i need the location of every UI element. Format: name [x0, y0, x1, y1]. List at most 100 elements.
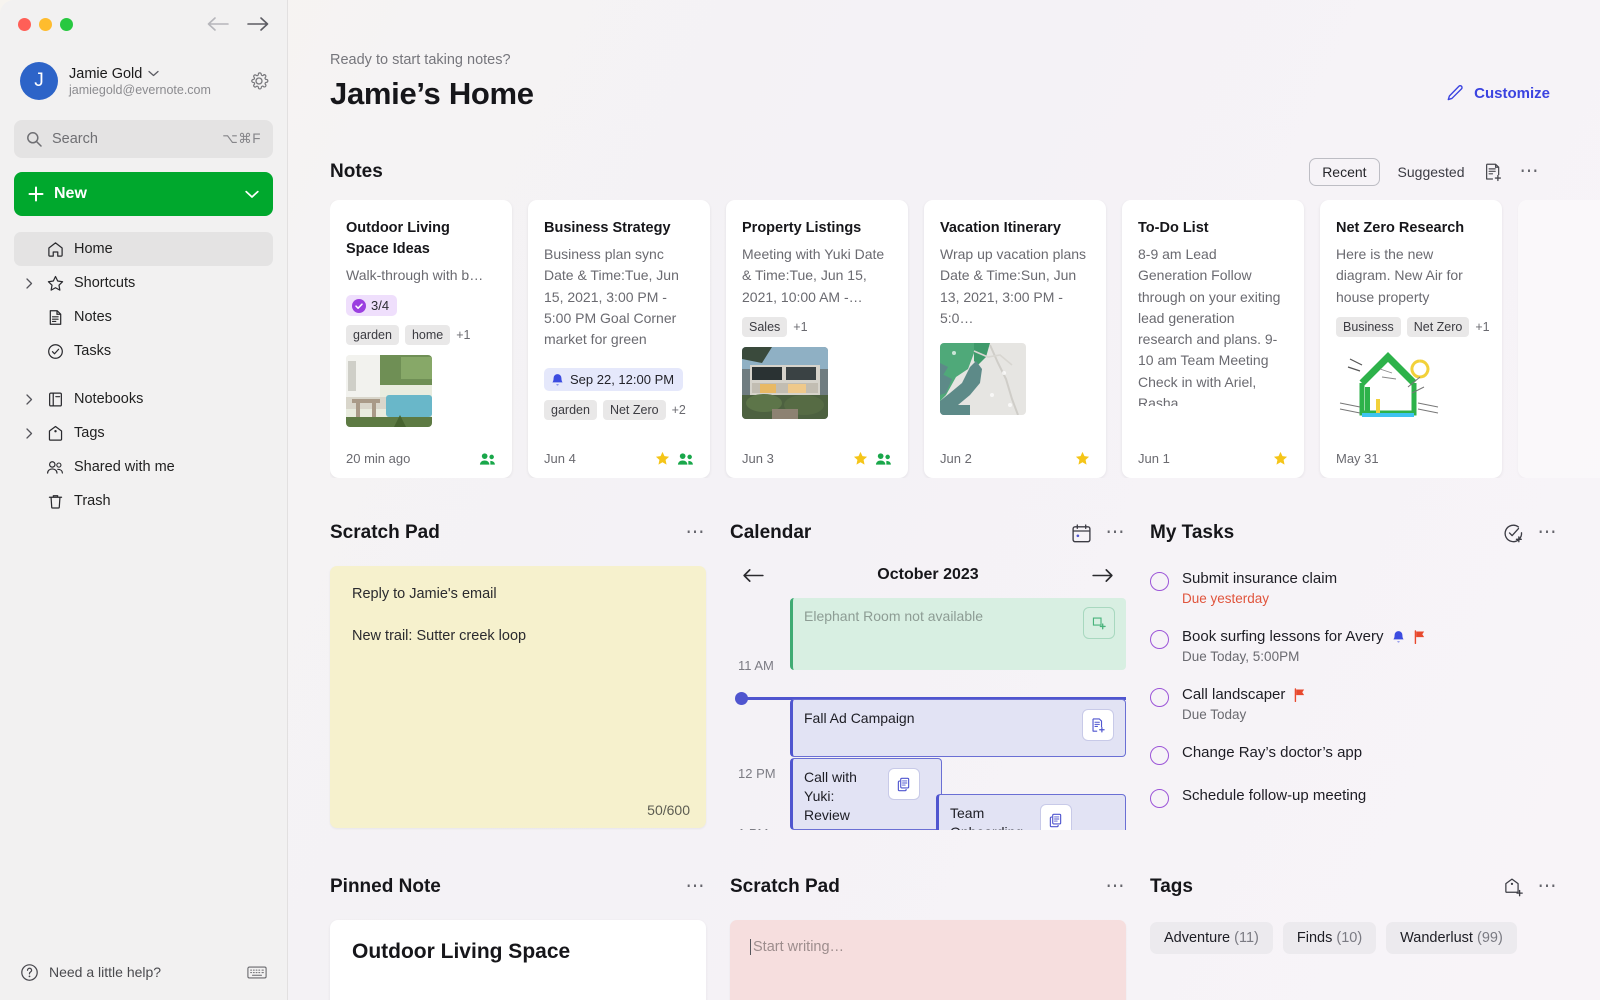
- shared-icon: [875, 452, 892, 466]
- notes-more-icon[interactable]: ⋯: [1520, 167, 1541, 177]
- task-checkbox[interactable]: [1150, 688, 1169, 707]
- question-circle-icon: [20, 963, 39, 982]
- star-filled-icon[interactable]: [655, 451, 670, 466]
- my-tasks-more-icon[interactable]: ⋯: [1538, 528, 1559, 538]
- note-tag-more[interactable]: +1: [793, 320, 807, 334]
- note-tag[interactable]: home: [405, 325, 450, 345]
- note-tag-more[interactable]: +2: [672, 403, 686, 417]
- calendar-time-label: 12 PM: [738, 766, 776, 781]
- note-card[interactable]: Property Listings Meeting with Yuki Date…: [726, 200, 908, 478]
- pinned-note-more-icon[interactable]: ⋯: [686, 882, 707, 892]
- chevron-right-icon[interactable]: [22, 394, 36, 405]
- filter-recent[interactable]: Recent: [1309, 158, 1379, 186]
- calendar-widget: Calendar ⋯ October 2023: [730, 518, 1126, 830]
- calendar-icon[interactable]: [1071, 523, 1092, 544]
- keyboard-icon[interactable]: [247, 965, 267, 980]
- note-tag[interactable]: garden: [544, 400, 597, 420]
- note-card[interactable]: To-Do List 8-9 am Lead Generation Follow…: [1122, 200, 1304, 478]
- calendar-event[interactable]: Call with Yuki: Review: [790, 758, 942, 830]
- tag-chip[interactable]: Finds (10): [1283, 922, 1376, 954]
- chevron-right-icon[interactable]: [22, 428, 36, 439]
- sidebar-item-tags[interactable]: Tags: [14, 416, 273, 450]
- note-tag[interactable]: Business: [1336, 317, 1401, 337]
- filter-suggested[interactable]: Suggested: [1396, 159, 1467, 185]
- help-row[interactable]: Need a little help?: [0, 944, 287, 1000]
- close-window-button[interactable]: [18, 18, 31, 31]
- task-item[interactable]: Book surfing lessons for Avery Due Today…: [1150, 628, 1558, 664]
- account-name: Jamie Gold: [69, 66, 142, 82]
- copy-note-icon[interactable]: [1040, 804, 1072, 830]
- calendar-prev-arrow-icon[interactable]: [742, 568, 765, 583]
- reminder-badge[interactable]: Sep 22, 12:00 PM: [544, 368, 683, 391]
- sidebar-item-tasks[interactable]: Tasks: [14, 334, 273, 368]
- sidebar-item-shortcuts[interactable]: Shortcuts: [14, 266, 273, 300]
- note-tag[interactable]: garden: [346, 325, 399, 345]
- task-title: Submit insurance claim: [1182, 570, 1337, 587]
- account-row[interactable]: J Jamie Gold jamiegold@evernote.com: [0, 48, 287, 110]
- task-item[interactable]: Schedule follow-up meeting: [1150, 787, 1558, 808]
- sidebar-item-trash[interactable]: Trash: [14, 484, 273, 518]
- new-button-label: New: [54, 185, 87, 203]
- sidebar-item-notebooks[interactable]: Notebooks: [14, 382, 273, 416]
- chevron-right-icon[interactable]: [22, 278, 36, 289]
- chevron-down-icon[interactable]: [245, 190, 259, 199]
- scratch-pad-2-body[interactable]: Start writing…: [730, 920, 1126, 1000]
- new-button[interactable]: New: [14, 172, 273, 216]
- scratch-pad-2-widget: Scratch Pad ⋯ Start writing…: [730, 872, 1126, 1000]
- gear-icon[interactable]: [249, 71, 269, 91]
- note-tag-more[interactable]: +1: [1475, 320, 1489, 334]
- note-tag[interactable]: Net Zero: [1407, 317, 1470, 337]
- pinned-note-body[interactable]: Outdoor Living Space: [330, 920, 706, 1000]
- note-card-tags: garden Net Zero +2: [544, 400, 694, 420]
- add-tag-icon[interactable]: [1503, 877, 1524, 898]
- note-card[interactable]: Business Strategy Business plan sync Dat…: [528, 200, 710, 478]
- note-tag[interactable]: Net Zero: [603, 400, 666, 420]
- note-card[interactable]: Vacation Itinerary Wrap up vacation plan…: [924, 200, 1106, 478]
- sidebar-item-notes[interactable]: Notes: [14, 300, 273, 334]
- tags-more-icon[interactable]: ⋯: [1538, 882, 1559, 892]
- chevron-down-icon[interactable]: [148, 70, 159, 77]
- task-item[interactable]: Submit insurance claim Due yesterday: [1150, 570, 1558, 606]
- note-card[interactable]: Outdoor Living Space Ideas Walk-through …: [330, 200, 512, 478]
- tags-widget: Tags ⋯ Adventure (11) Finds: [1150, 872, 1558, 1000]
- customize-button[interactable]: Customize: [1446, 84, 1550, 103]
- calendar-more-icon[interactable]: ⋯: [1106, 528, 1127, 538]
- calendar-event-title: Team Onboarding call with: [950, 804, 1034, 830]
- note-card-partial[interactable]: [1518, 200, 1600, 478]
- note-tag-more[interactable]: +1: [456, 328, 470, 342]
- scratch-pad-more-icon[interactable]: ⋯: [686, 528, 707, 538]
- task-item[interactable]: Change Ray’s doctor’s app: [1150, 744, 1558, 765]
- star-filled-icon[interactable]: [853, 451, 868, 466]
- scratch-pad-2-more-icon[interactable]: ⋯: [1106, 882, 1127, 892]
- scratch-pad-line: New trail: Sutter creek loop: [352, 628, 684, 644]
- task-checkbox[interactable]: [1150, 746, 1169, 765]
- scratch-pad-body[interactable]: Reply to Jamie's email New trail: Sutter…: [330, 566, 706, 828]
- task-checkbox[interactable]: [1150, 789, 1169, 808]
- sidebar-item-home[interactable]: Home: [14, 232, 273, 266]
- maximize-window-button[interactable]: [60, 18, 73, 31]
- star-filled-icon[interactable]: [1273, 451, 1288, 466]
- minimize-window-button[interactable]: [39, 18, 52, 31]
- calendar-event[interactable]: Elephant Room not available: [790, 598, 1126, 670]
- tag-chip[interactable]: Wanderlust (99): [1386, 922, 1517, 954]
- note-card[interactable]: Net Zero Research Here is the new diagra…: [1320, 200, 1502, 478]
- sidebar-item-shared-with-me[interactable]: Shared with me: [14, 450, 273, 484]
- back-arrow-icon[interactable]: [207, 17, 229, 31]
- add-event-icon[interactable]: [1083, 607, 1115, 639]
- calendar-event[interactable]: Team Onboarding call with: [936, 794, 1126, 830]
- note-tag[interactable]: Sales: [742, 317, 787, 337]
- add-task-icon[interactable]: [1503, 523, 1524, 544]
- search-input[interactable]: Search ⌥⌘F: [14, 120, 273, 158]
- calendar-next-arrow-icon[interactable]: [1091, 568, 1114, 583]
- star-filled-icon[interactable]: [1075, 451, 1090, 466]
- note-card-footer: Jun 4: [544, 441, 694, 466]
- task-item[interactable]: Call landscaper Due Today: [1150, 686, 1558, 722]
- forward-arrow-icon[interactable]: [247, 17, 269, 31]
- calendar-event[interactable]: Fall Ad Campaign: [790, 699, 1126, 757]
- tag-chip[interactable]: Adventure (11): [1150, 922, 1273, 954]
- new-note-icon[interactable]: [1483, 162, 1504, 183]
- copy-note-icon[interactable]: [888, 768, 920, 800]
- new-note-icon[interactable]: [1082, 709, 1114, 741]
- task-checkbox[interactable]: [1150, 630, 1169, 649]
- task-checkbox[interactable]: [1150, 572, 1169, 591]
